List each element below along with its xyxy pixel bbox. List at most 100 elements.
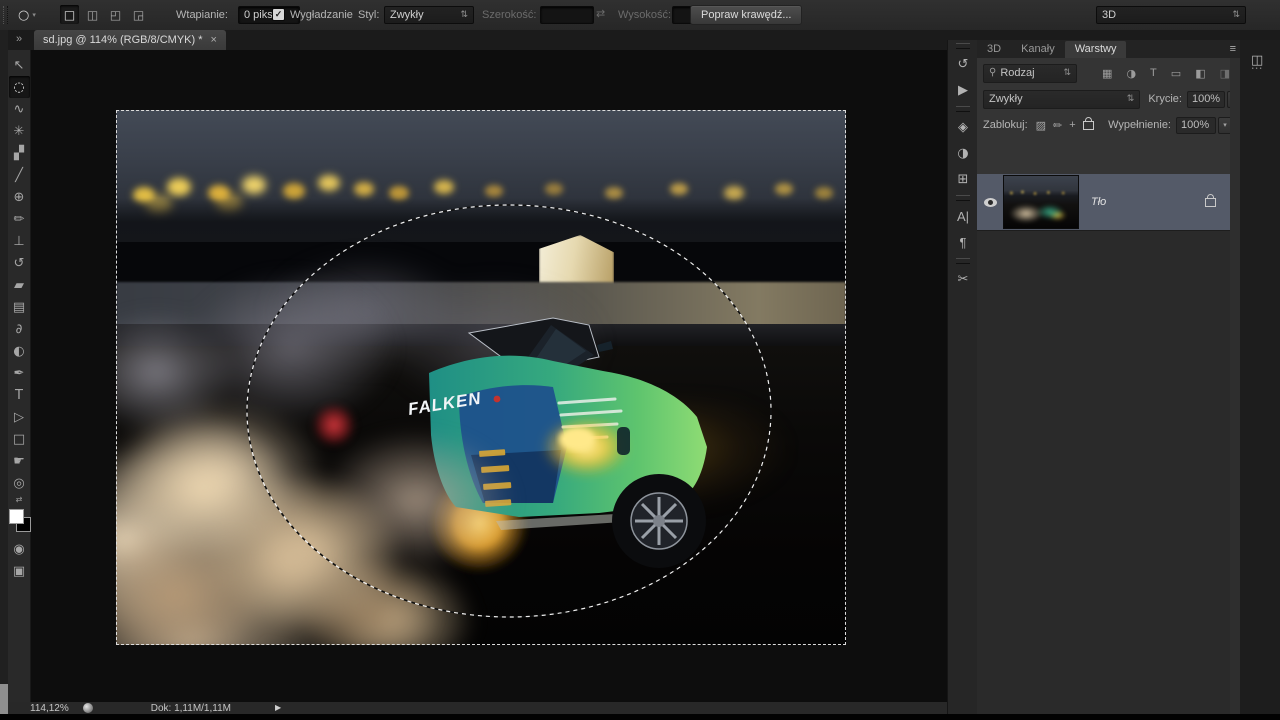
- type-filter-icon[interactable]: T: [1150, 67, 1157, 79]
- collapsed-panel-caption: •••: [1251, 67, 1263, 72]
- spinner-icon: ⇅: [1063, 69, 1071, 78]
- brush-tool[interactable]: ✏: [9, 208, 30, 230]
- adjustments-panel-icon[interactable]: ◑: [948, 140, 978, 166]
- pixel-filter-icon[interactable]: ▦: [1102, 68, 1112, 79]
- layer-thumbnail[interactable]: [1003, 175, 1079, 229]
- eyedropper-tool[interactable]: ╱: [9, 164, 30, 186]
- type-tool[interactable]: T: [9, 384, 30, 406]
- panel-collapse-icon[interactable]: »: [16, 33, 20, 45]
- panel-menu-icon[interactable]: ≡: [1230, 43, 1236, 55]
- fill-input[interactable]: 100%: [1176, 117, 1216, 134]
- character-panel-icon[interactable]: A|: [948, 203, 978, 229]
- layer-row-background[interactable]: Tło: [977, 174, 1230, 231]
- tool-preset-picker[interactable]: ○ ▾: [14, 4, 54, 26]
- crossed-tools-panel-icon[interactable]: ✂: [948, 266, 978, 292]
- dock-grip[interactable]: [956, 43, 970, 49]
- clone-stamp-tool[interactable]: ⊥: [9, 230, 30, 252]
- materials-panel-icon[interactable]: ◈: [948, 114, 978, 140]
- document-tab[interactable]: sd.jpg @ 114% (RGB/8/CMYK) * ×: [34, 30, 226, 50]
- intersect-selection-button[interactable]: ◲: [129, 5, 148, 24]
- history-brush-tool[interactable]: ↺: [9, 252, 30, 274]
- lock-all-icon[interactable]: [1083, 121, 1094, 130]
- workspace-value: 3D: [1102, 9, 1116, 21]
- lock-pixels-icon[interactable]: ✏: [1053, 120, 1062, 131]
- photoshop-window: ○ ▾ □ ◫ ◰ ◲ Wtapianie: 0 piks ✓ Wygładza…: [0, 0, 1280, 720]
- fill-label: Wypełnienie:: [1108, 119, 1171, 131]
- spinner-icon: ⇅: [1127, 95, 1135, 104]
- collapsed-panel-icon[interactable]: ◫ •••: [1251, 54, 1263, 72]
- options-bar-grip[interactable]: [3, 6, 8, 24]
- status-icon: [83, 703, 93, 713]
- actions-panel-icon[interactable]: ▶: [948, 77, 978, 103]
- doc-size-label: Dok: 1,11M/1,11M: [151, 703, 231, 714]
- new-selection-button[interactable]: □: [60, 5, 79, 24]
- gradient-tool[interactable]: ▤: [9, 296, 30, 318]
- canvas[interactable]: FALKEN: [116, 110, 846, 645]
- paragraph-panel-icon[interactable]: ¶: [948, 229, 978, 255]
- smudge-tool[interactable]: ∂: [9, 318, 30, 340]
- quick-mask-button[interactable]: ◉: [9, 538, 30, 560]
- lock-label: Zablokuj:: [983, 119, 1028, 131]
- elliptical-marquee-tool[interactable]: ◌: [9, 76, 30, 98]
- lock-position-icon[interactable]: +: [1069, 119, 1075, 131]
- zoom-tool[interactable]: ◎: [9, 472, 30, 494]
- crop-tool[interactable]: ▞: [9, 142, 30, 164]
- move-tool[interactable]: ↖: [9, 54, 30, 76]
- tab-channels[interactable]: Kanały: [1011, 41, 1065, 58]
- elliptical-marquee-icon: ○: [18, 9, 29, 22]
- filter-kind-value: Rodzaj: [1000, 67, 1034, 79]
- healing-brush-tool[interactable]: ⊕: [9, 186, 30, 208]
- lock-transparency-icon[interactable]: ▨: [1036, 120, 1046, 131]
- swap-colors-icon[interactable]: ⇄: [16, 496, 23, 504]
- link-dimensions-icon[interactable]: ⇄: [596, 8, 605, 19]
- status-bar: 114,12% Dok: 1,11M/1,11M ▶: [8, 702, 947, 714]
- dock-grip[interactable]: [956, 258, 970, 264]
- selection-mode-group: □ ◫ ◰ ◲: [60, 5, 148, 24]
- chevron-down-icon: ▾: [32, 12, 36, 19]
- tab-3d[interactable]: 3D: [977, 41, 1011, 58]
- dock-grip[interactable]: [956, 106, 970, 112]
- screen-mode-button[interactable]: ▣: [9, 560, 30, 582]
- width-input[interactable]: [540, 6, 594, 24]
- top-filler: [947, 30, 1280, 40]
- smart-object-filter-icon[interactable]: ◧: [1195, 68, 1205, 79]
- layer-filter-select[interactable]: ⚲ Rodzaj ⇅: [983, 64, 1077, 83]
- shape-filter-icon[interactable]: ▭: [1171, 68, 1181, 79]
- tab-layers[interactable]: Warstwy: [1065, 41, 1127, 58]
- layer-name[interactable]: Tło: [1091, 196, 1205, 208]
- add-selection-button[interactable]: ◫: [83, 5, 102, 24]
- panel-tab-bar: 3D Kanały Warstwy: [977, 40, 1240, 58]
- workspace-select[interactable]: 3D ⇅: [1096, 6, 1246, 24]
- close-icon[interactable]: ×: [211, 34, 217, 46]
- hand-tool[interactable]: ☛: [9, 450, 30, 472]
- eye-icon: [984, 198, 997, 207]
- status-menu-arrow[interactable]: ▶: [275, 704, 281, 712]
- style-select[interactable]: Zwykły ⇅: [384, 6, 474, 24]
- quick-selection-tool[interactable]: ✳: [9, 120, 30, 142]
- left-edge: [0, 30, 8, 714]
- panel-right-edge: [1230, 58, 1240, 720]
- blend-mode-select[interactable]: Zwykły ⇅: [983, 90, 1140, 109]
- layer-list-empty: [977, 230, 1230, 720]
- filter-toggle-icon[interactable]: ◨: [1220, 68, 1230, 79]
- dock-grip[interactable]: [956, 195, 970, 201]
- foreground-color-swatch[interactable]: [9, 509, 24, 524]
- refine-edge-button[interactable]: Popraw krawędź...: [690, 5, 802, 25]
- history-panel-icon[interactable]: ↺: [948, 51, 978, 77]
- antialias-checkbox[interactable]: ✓: [272, 8, 285, 21]
- lasso-tool[interactable]: ∿: [9, 98, 30, 120]
- eraser-tool[interactable]: ▰: [9, 274, 30, 296]
- layer-comps-panel-icon[interactable]: ⊞: [948, 166, 978, 192]
- opacity-input[interactable]: 100%: [1187, 91, 1225, 108]
- pen-tool[interactable]: ✒: [9, 362, 30, 384]
- path-selection-tool[interactable]: ▷: [9, 406, 30, 428]
- adjustment-filter-icon[interactable]: ◑: [1126, 68, 1136, 79]
- subtract-selection-button[interactable]: ◰: [106, 5, 125, 24]
- spinner-icon: ⇅: [460, 11, 468, 20]
- dodge-tool[interactable]: ◐: [9, 340, 30, 362]
- tools-panel: ↖ ◌ ∿ ✳ ▞ ╱ ⊕ ✏ ⊥ ↺ ▰ ▤ ∂ ◐ ✒ T ▷ □ ☛ ◎ …: [8, 50, 31, 702]
- shape-tool[interactable]: □: [9, 428, 30, 450]
- document-tab-bar: » sd.jpg @ 114% (RGB/8/CMYK) * ×: [0, 30, 947, 50]
- visibility-toggle[interactable]: [977, 198, 1003, 207]
- zoom-level-field[interactable]: 114,12%: [30, 703, 69, 714]
